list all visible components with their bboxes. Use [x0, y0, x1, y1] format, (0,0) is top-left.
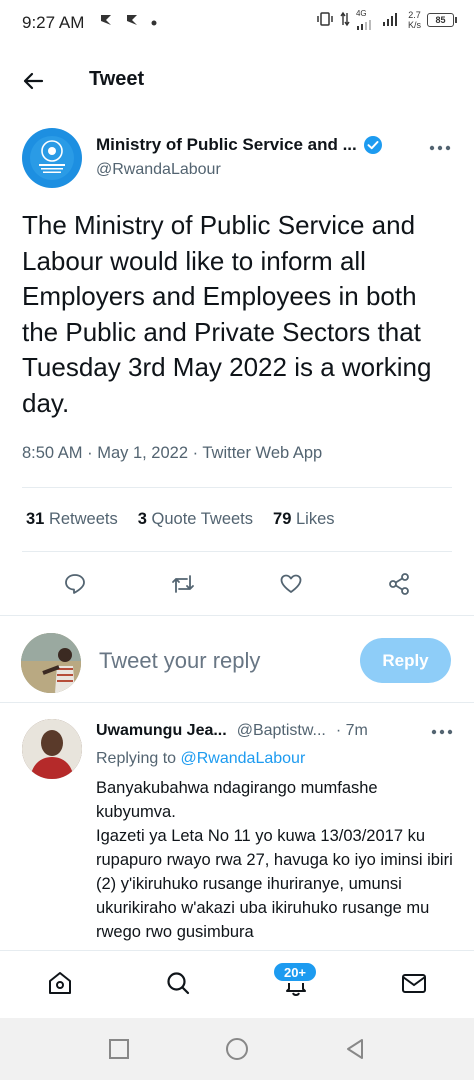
more-notifications-dot-icon [150, 14, 158, 32]
share-action-button[interactable] [384, 569, 414, 599]
data-transfer-icon [340, 11, 350, 30]
status-time: 9:27 AM [22, 13, 85, 32]
reply-composer: Tweet your reply Reply [0, 626, 474, 696]
bottom-nav: 20+ [0, 950, 474, 1018]
triangle-back-icon [347, 1039, 363, 1059]
replying-to-link[interactable]: @RwandaLabour [181, 750, 306, 767]
signal-icon [382, 12, 402, 29]
header: Tweet [0, 54, 474, 108]
back-system-button[interactable] [342, 1036, 368, 1062]
more-horizontal-icon [431, 729, 453, 735]
nav-messages[interactable] [398, 967, 430, 999]
more-horizontal-icon [429, 145, 451, 151]
back-button[interactable] [18, 66, 48, 96]
ministry-seal-icon [30, 136, 74, 180]
verified-badge-icon [363, 136, 382, 154]
quote-tweets-stat[interactable]: 3 Quote Tweets [138, 510, 253, 529]
search-icon [167, 972, 190, 995]
reply-author-handle[interactable]: @Baptistw... [237, 722, 326, 740]
tweet-more-button[interactable] [426, 138, 454, 158]
like-action-button[interactable] [276, 569, 306, 599]
battery-icon: 85 [427, 13, 457, 27]
page-title: Tweet [89, 68, 145, 90]
reply-icon [65, 574, 85, 594]
divider [0, 615, 474, 616]
divider [22, 487, 452, 488]
system-navigation-bar [0, 1018, 474, 1080]
back-arrow-icon [23, 72, 44, 90]
user-avatar[interactable] [21, 633, 81, 693]
app-notification-icon [124, 12, 140, 33]
divider [22, 551, 452, 552]
status-bar: 9:27 AM 4G 2.7 K/s 85 [0, 0, 474, 46]
tweet-stats: 31 Retweets 3 Quote Tweets 79 Likes [26, 510, 335, 529]
tweet-actions [0, 565, 474, 605]
likes-stat[interactable]: 79 Likes [273, 510, 334, 529]
reply-input[interactable]: Tweet your reply [99, 648, 260, 674]
recent-apps-button[interactable] [106, 1036, 132, 1062]
vibrate-icon [316, 11, 334, 30]
reply-time: · 7m [335, 722, 368, 739]
home-icon [49, 972, 71, 994]
nav-search[interactable] [162, 967, 194, 999]
author-avatar[interactable] [22, 128, 82, 188]
reply-button[interactable]: Reply [360, 638, 451, 683]
home-system-button[interactable] [224, 1036, 250, 1062]
retweets-stat[interactable]: 31 Retweets [26, 510, 118, 529]
nav-home[interactable] [44, 967, 76, 999]
tweet-author: Ministry of Public Service and ... @Rwan… [22, 128, 454, 188]
share-icon [389, 573, 409, 595]
retweet-icon [172, 575, 194, 593]
divider [0, 702, 474, 703]
square-icon [109, 1039, 129, 1059]
author-handle[interactable]: @RwandaLabour [96, 161, 221, 179]
retweet-action-button[interactable] [168, 569, 198, 599]
circle-icon [226, 1038, 248, 1060]
reply-more-button[interactable] [428, 724, 456, 740]
author-name[interactable]: Ministry of Public Service and ... [96, 135, 357, 155]
reply-action-button[interactable] [60, 569, 90, 599]
reply-author-avatar[interactable] [22, 719, 82, 779]
app-notification-icon [98, 12, 114, 33]
reply-text: Banyakubahwa ndagirango mumfashe kubyumv… [96, 779, 453, 941]
notification-badge: 20+ [272, 961, 318, 983]
heart-icon [280, 574, 302, 593]
replying-to: Replying to @RwandaLabour [96, 750, 306, 767]
tweet-timestamp[interactable]: 8:50 AM · May 1, 2022 · Twitter Web App [22, 444, 322, 463]
mail-icon [402, 974, 426, 993]
reply-author-name[interactable]: Uwamungu Jea... [96, 722, 227, 740]
tweet-text: The Ministry of Public Service and Labou… [22, 210, 432, 418]
signal-4g-icon: 4G [356, 10, 376, 30]
net-speed: 2.7 K/s [407, 10, 421, 30]
